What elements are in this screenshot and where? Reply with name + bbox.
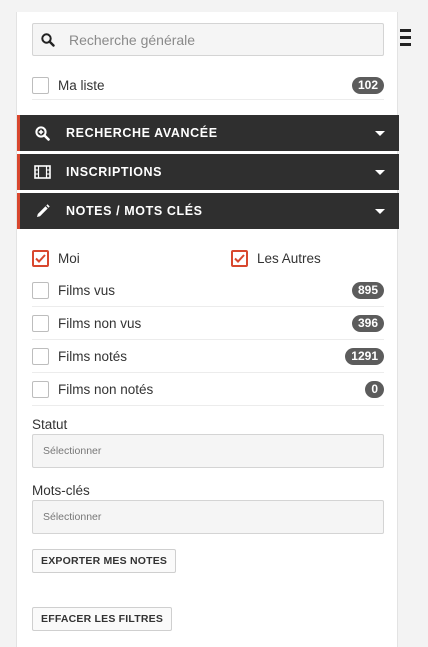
my-list-count-badge: 102 [351,76,384,94]
search-icon [33,32,63,47]
section-advanced-search[interactable]: RECHERCHE AVANCÉE [17,115,399,151]
my-list-row[interactable]: Ma liste 102 [32,71,384,100]
chevron-down-icon [375,208,385,214]
filter-row-films-non-vus[interactable]: Films non vus 396 [32,307,384,340]
filter-label: Films non notés [58,381,154,397]
owner-me-label: Moi [58,250,80,266]
filter-panel: Recherche générale Ma liste 102 RECHERCH… [16,12,399,647]
statut-label: Statut [32,417,68,432]
my-list-checkbox[interactable] [32,76,49,94]
film-icon [20,165,64,179]
my-list-label: Ma liste [58,77,105,93]
section-title: NOTES / MOTS CLÉS [66,204,203,218]
filter-row-films-notes[interactable]: Films notés 1291 [32,340,384,373]
filter-checkbox[interactable] [32,281,49,299]
owner-me-checkbox[interactable] [32,249,49,267]
filter-row-films-non-notes[interactable]: Films non notés 0 [32,373,384,406]
owner-others-checkbox[interactable] [231,249,248,267]
search-placeholder: Recherche générale [69,31,196,48]
chevron-down-icon [375,169,385,175]
menu-icon[interactable] [400,29,411,50]
owner-others-row[interactable]: Les Autres [231,248,381,268]
filter-count-badge: 895 [351,281,384,299]
section-inscriptions[interactable]: INSCRIPTIONS [17,154,399,190]
filter-row-films-vus[interactable]: Films vus 895 [32,274,384,307]
filter-checkbox[interactable] [32,380,49,398]
chevron-down-icon [375,130,385,136]
statut-select-value: Sélectionner [43,445,102,457]
filter-label: Films vus [58,282,115,298]
export-notes-button[interactable]: EXPORTER MES NOTES [32,549,177,573]
filter-label: Films notés [58,348,128,364]
filter-checkbox[interactable] [32,314,49,332]
statut-select[interactable]: Sélectionner [32,434,384,468]
owner-me-row[interactable]: Moi [32,248,212,268]
section-title: RECHERCHE AVANCÉE [66,126,218,140]
filter-label: Films non vus [58,315,142,331]
owner-others-label: Les Autres [257,250,321,266]
search-input[interactable]: Recherche générale [32,23,384,56]
keywords-select[interactable]: Sélectionner [32,500,384,534]
keywords-select-value: Sélectionner [43,511,102,523]
zoom-in-icon [20,125,64,141]
section-title: INSCRIPTIONS [66,165,163,179]
keywords-label: Mots-clés [32,483,90,498]
filter-count-badge: 0 [365,380,384,398]
filter-checkbox[interactable] [32,347,49,365]
section-notes-keywords[interactable]: NOTES / MOTS CLÉS [17,193,399,229]
filter-count-badge: 396 [351,314,384,332]
clear-filters-button[interactable]: EFFACER LES FILTRES [32,607,173,631]
pencil-icon [20,203,64,219]
filter-count-badge: 1291 [345,347,384,365]
